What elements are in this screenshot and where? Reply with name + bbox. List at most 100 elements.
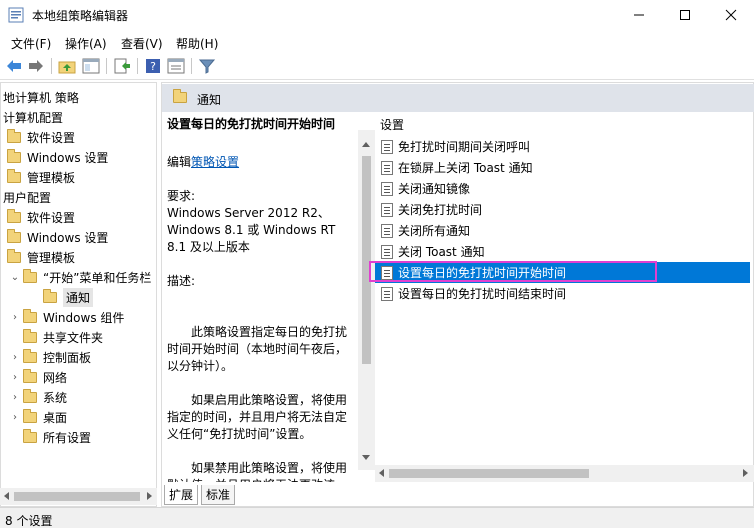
chevron-right-icon[interactable]: › xyxy=(9,392,21,403)
description-paragraph: 此策略设置指定每日的免打扰时间开始时间（本地时间午夜后，以分钟计）。 xyxy=(167,325,348,373)
list-item[interactable]: 关闭所有通知 xyxy=(375,220,750,241)
menu-action[interactable]: 操作(A) xyxy=(65,35,107,52)
tree-horizontal-scrollbar[interactable] xyxy=(0,488,157,505)
tree-node[interactable]: › 系统 xyxy=(9,387,67,407)
help-icon: ? xyxy=(146,59,160,73)
tree-node[interactable]: 用户配置 xyxy=(3,187,51,207)
filter-button[interactable] xyxy=(198,57,216,75)
policy-setting-icon xyxy=(381,244,393,259)
list-item-label: 关闭 Toast 通知 xyxy=(398,245,485,259)
export-icon xyxy=(114,58,130,74)
list-item[interactable]: 关闭免打扰时间 xyxy=(375,199,750,220)
tree-node[interactable]: › 控制面板 xyxy=(9,347,91,367)
policy-setting-icon xyxy=(381,181,393,196)
show-hide-tree-button[interactable] xyxy=(82,57,100,75)
tree-node[interactable]: Windows 设置 xyxy=(7,227,108,247)
scroll-right-icon[interactable] xyxy=(147,492,152,500)
description-vertical-scrollbar[interactable] xyxy=(358,130,375,470)
scroll-right-icon[interactable] xyxy=(743,469,748,477)
window-title: 本地组策略编辑器 xyxy=(32,9,129,23)
tree-node-label: 共享文件夹 xyxy=(43,330,104,345)
close-button[interactable] xyxy=(708,0,754,30)
up-folder-button[interactable] xyxy=(58,57,76,75)
list-horizontal-scrollbar[interactable] xyxy=(375,465,754,482)
requirements-text: Windows Server 2012 R2、Windows 8.1 或 Win… xyxy=(167,206,336,254)
tree-node[interactable]: 管理模板 xyxy=(7,247,75,267)
chevron-right-icon[interactable]: › xyxy=(9,412,21,423)
toolbar-separator xyxy=(51,58,52,74)
list-item-label: 设置每日的免打扰时间结束时间 xyxy=(398,287,567,301)
scroll-thumb[interactable] xyxy=(389,469,589,478)
list-item[interactable]: 设置每日的免打扰时间结束时间 xyxy=(375,283,750,304)
tree-node-label: Windows 设置 xyxy=(27,150,109,165)
tree-node[interactable]: 共享文件夹 xyxy=(9,327,103,347)
list-item[interactable]: 在锁屏上关闭 Toast 通知 xyxy=(375,157,750,178)
tree-node-label: 控制面板 xyxy=(43,350,92,365)
list-item[interactable]: 关闭 Toast 通知 xyxy=(375,241,750,262)
chevron-right-icon[interactable]: › xyxy=(9,312,21,323)
tree-node[interactable]: 软件设置 xyxy=(7,207,75,227)
export-list-button[interactable] xyxy=(113,57,131,75)
list-item[interactable]: 免打扰时间期间关闭呼叫 xyxy=(375,136,750,157)
status-bar: 8 个设置 xyxy=(0,507,754,528)
help-button[interactable]: ? xyxy=(144,57,162,75)
scroll-left-icon[interactable] xyxy=(379,469,384,477)
toolbar-separator xyxy=(191,58,192,74)
tree-node[interactable]: Windows 设置 xyxy=(7,147,108,167)
edit-prefix: 编辑 xyxy=(167,155,192,169)
scroll-left-icon[interactable] xyxy=(4,492,9,500)
forward-button[interactable] xyxy=(27,57,45,75)
folder-up-icon xyxy=(58,61,76,74)
maximize-button[interactable] xyxy=(662,0,708,30)
console-tree-icon xyxy=(82,58,100,74)
list-item-label: 免打扰时间期间关闭呼叫 xyxy=(398,140,531,154)
folder-icon xyxy=(7,128,21,143)
menu-help[interactable]: 帮助(H) xyxy=(176,35,218,52)
folder-icon xyxy=(23,408,37,423)
tree-node-label: 网络 xyxy=(43,370,68,385)
scroll-up-icon[interactable] xyxy=(362,142,370,147)
list-item[interactable]: 关闭通知镜像 xyxy=(375,178,750,199)
tree-node[interactable]: ⌄ “开始”菜单和任务栏 xyxy=(9,267,151,287)
scroll-thumb[interactable] xyxy=(362,156,371,364)
folder-icon xyxy=(43,288,57,303)
folder-icon xyxy=(23,388,37,403)
tree-node[interactable]: › 桌面 xyxy=(9,407,67,427)
tree-node[interactable]: › 网络 xyxy=(9,367,67,387)
column-header-setting[interactable]: 设置 xyxy=(380,116,404,133)
edit-policy-link[interactable]: 策略设置 xyxy=(191,155,239,169)
list-item-label: 关闭所有通知 xyxy=(398,224,471,238)
svg-text:?: ? xyxy=(150,60,156,73)
menu-view[interactable]: 查看(V) xyxy=(121,35,163,52)
chevron-right-icon[interactable]: › xyxy=(9,352,21,363)
tab-extended[interactable]: 扩展 xyxy=(164,485,199,505)
policy-setting-icon xyxy=(381,286,393,301)
minimize-button[interactable] xyxy=(616,0,662,30)
chevron-down-icon[interactable]: ⌄ xyxy=(9,272,21,283)
back-button[interactable] xyxy=(5,57,23,75)
scroll-down-icon[interactable] xyxy=(362,455,370,460)
menu-bar xyxy=(0,30,754,52)
list-item-label: 关闭通知镜像 xyxy=(398,182,471,196)
tree-node-label: 通知 xyxy=(63,287,94,307)
folder-icon xyxy=(23,268,37,283)
tree-node[interactable]: 管理模板 xyxy=(7,167,75,187)
tree-node[interactable]: 通知 xyxy=(43,287,94,307)
tree-node[interactable]: 计算机配置 xyxy=(3,107,63,127)
tree-node-label: Windows 组件 xyxy=(43,310,125,325)
tree-node[interactable]: 所有设置 xyxy=(9,427,91,447)
menu-file[interactable]: 文件(F) xyxy=(11,35,51,52)
tree-node[interactable]: › Windows 组件 xyxy=(9,307,124,327)
tab-standard[interactable]: 标准 xyxy=(201,485,236,505)
policy-setting-icon xyxy=(381,202,393,217)
folder-icon xyxy=(23,308,37,323)
tree-node-label: 系统 xyxy=(43,390,68,405)
chevron-right-icon[interactable]: › xyxy=(9,372,21,383)
folder-icon xyxy=(23,328,37,343)
policy-setting-icon xyxy=(381,139,393,154)
tree-node[interactable]: 地计算机 策略 xyxy=(3,87,79,107)
scroll-thumb[interactable] xyxy=(14,492,140,501)
properties-button[interactable] xyxy=(167,57,185,75)
annotation-highlight-box xyxy=(369,261,657,282)
tree-node[interactable]: 软件设置 xyxy=(7,127,75,147)
